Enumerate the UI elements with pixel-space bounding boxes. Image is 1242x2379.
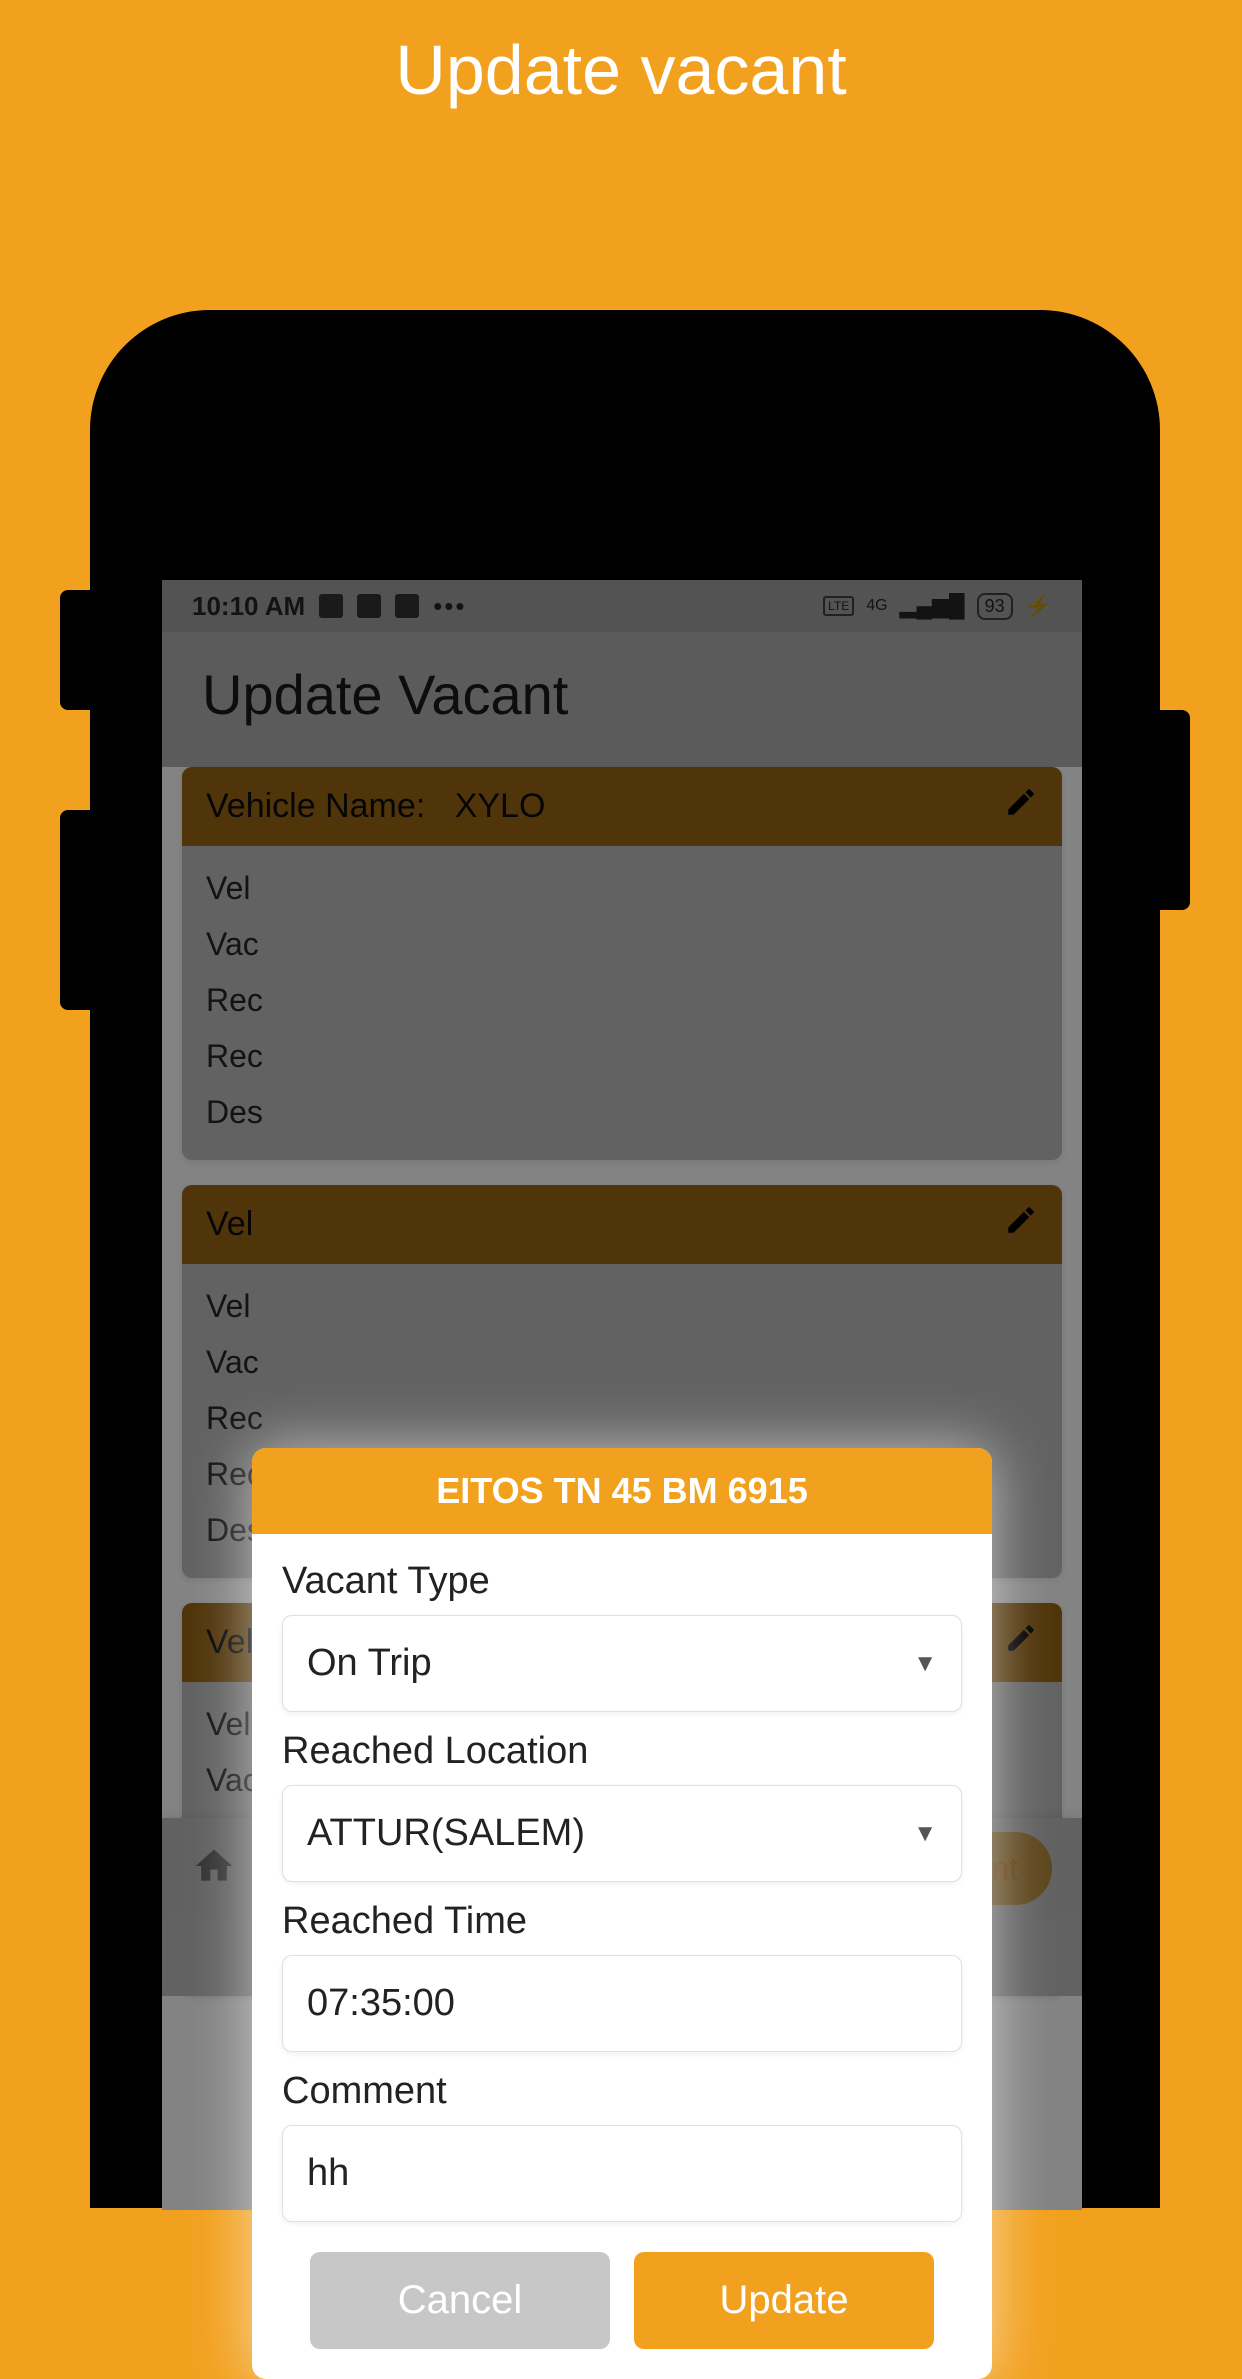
vacant-type-label: Vacant Type: [282, 1560, 962, 1603]
modal-body: Vacant Type On Trip ▼ Reached Location A…: [252, 1534, 992, 2379]
update-button[interactable]: Update: [634, 2252, 934, 2349]
phone-frame: 10:10 AM ••• LTE 4G ▂▄▆█ 93 ⚡ Update Vac…: [90, 310, 1160, 2208]
reached-location-value: ATTUR(SALEM): [307, 1812, 585, 1855]
reached-location-label: Reached Location: [282, 1730, 962, 1773]
cancel-button[interactable]: Cancel: [310, 2252, 610, 2349]
reached-location-dropdown[interactable]: ATTUR(SALEM) ▼: [282, 1785, 962, 1882]
chevron-down-icon: ▼: [913, 1650, 937, 1678]
phone-side-button-1: [60, 590, 90, 710]
vacant-type-dropdown[interactable]: On Trip ▼: [282, 1615, 962, 1712]
modal-title: EITOS TN 45 BM 6915: [252, 1448, 992, 1534]
comment-value: hh: [307, 2152, 349, 2195]
phone-side-button-2: [60, 810, 90, 1010]
reached-time-value: 07:35:00: [307, 1982, 455, 2025]
promo-title: Update vacant: [0, 0, 1242, 110]
comment-input[interactable]: hh: [282, 2125, 962, 2222]
comment-label: Comment: [282, 2070, 962, 2113]
reached-time-label: Reached Time: [282, 1900, 962, 1943]
phone-side-button-3: [1160, 710, 1190, 910]
phone-screen: 10:10 AM ••• LTE 4G ▂▄▆█ 93 ⚡ Update Vac…: [162, 580, 1082, 2210]
update-vacant-modal: EITOS TN 45 BM 6915 Vacant Type On Trip …: [252, 1448, 992, 2379]
reached-time-input[interactable]: 07:35:00: [282, 1955, 962, 2052]
vacant-type-value: On Trip: [307, 1642, 432, 1685]
modal-actions: Cancel Update: [282, 2252, 962, 2349]
chevron-down-icon: ▼: [913, 1820, 937, 1848]
